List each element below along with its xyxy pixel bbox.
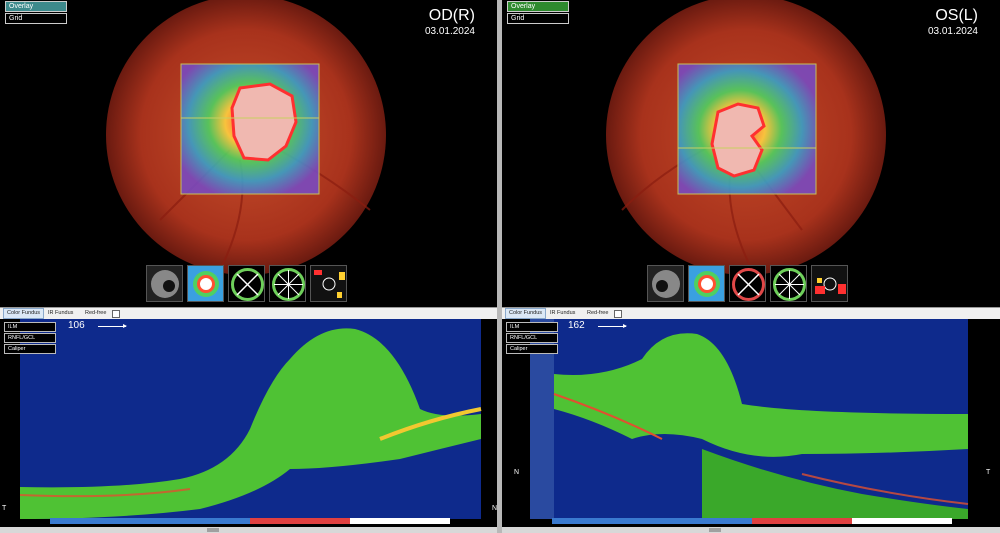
red-free-checkbox[interactable] [112, 310, 120, 318]
grid-toggle[interactable]: Grid [5, 13, 67, 24]
scan-direction-arrow-icon [598, 324, 627, 328]
right-eye-panel: Overlay Grid OS(L) 03.01.2024 Color Fund… [502, 0, 1000, 533]
oct-image-right[interactable] [502, 319, 1000, 533]
thumbnail-strip-left [146, 265, 347, 303]
slice-number: 106 [68, 320, 85, 331]
left-eye-panel: Overlay Grid OD(R) 03.01.2024 Color Fund… [0, 0, 497, 533]
circle-scan-thumbnail[interactable] [729, 265, 766, 302]
layer-buttons-left: ILM RNFL/GCL Caliper [4, 322, 56, 355]
tab-red-free[interactable]: Red-free [82, 309, 109, 318]
rnfl-gcl-layer-button[interactable]: RNFL/GCL [506, 333, 558, 343]
oct-bscan-left[interactable]: ILM RNFL/GCL Caliper 106 T N [0, 319, 497, 533]
thickness-map-thumbnail[interactable] [688, 265, 725, 302]
fundus-view-right[interactable]: Overlay Grid OS(L) 03.01.2024 [502, 0, 1000, 306]
rnfl-gcl-layer-button[interactable]: RNFL/GCL [4, 333, 56, 343]
thumbnail-strip-right [647, 265, 848, 303]
direction-label-left: T [2, 505, 7, 512]
fundus-image-left[interactable] [0, 0, 497, 306]
thickness-map-thumbnail[interactable] [187, 265, 224, 302]
circle-scan-thumbnail[interactable] [228, 265, 265, 302]
overlay-toggles-left: Overlay Grid [5, 1, 67, 25]
horizontal-scrollbar-left[interactable] [0, 527, 497, 533]
deviation-map-thumbnail[interactable] [811, 265, 848, 302]
direction-label-right: T [986, 469, 991, 476]
scan-direction-arrow-icon [98, 324, 127, 328]
caliper-button[interactable]: Caliper [506, 344, 558, 354]
oct-bscan-right[interactable]: ILM RNFL/GCL Caliper 162 N T [502, 319, 1000, 533]
radial-scan-thumbnail[interactable] [770, 265, 807, 302]
ilm-layer-button[interactable]: ILM [4, 322, 56, 332]
layer-buttons-right: ILM RNFL/GCL Caliper [506, 322, 558, 355]
red-free-checkbox[interactable] [614, 310, 622, 318]
tab-ir-fundus[interactable]: IR Fundus [45, 309, 76, 318]
eye-info-left: OD(R) 03.01.2024 [425, 6, 475, 38]
tab-color-fundus[interactable]: Color Fundus [505, 308, 547, 319]
fundus-image-right[interactable] [502, 0, 1000, 306]
exam-date: 03.01.2024 [927, 26, 978, 37]
ilm-layer-button[interactable]: ILM [506, 322, 558, 332]
tab-red-free[interactable]: Red-free [584, 309, 611, 318]
overlay-toggles-right: Overlay Grid [507, 1, 569, 25]
deviation-map-thumbnail[interactable] [310, 265, 347, 302]
horizontal-scrollbar-right[interactable] [502, 527, 1000, 533]
eye-info-right: OS(L) 03.01.2024 [928, 6, 978, 38]
overlay-toggle[interactable]: Overlay [507, 1, 569, 12]
scrollbar-thumb[interactable] [207, 528, 219, 532]
overlay-toggle[interactable]: Overlay [5, 1, 67, 12]
oct-image-left[interactable] [0, 319, 497, 533]
optic-disc-right [710, 102, 766, 178]
exam-date: 03.01.2024 [424, 26, 475, 37]
slice-number: 162 [568, 320, 585, 331]
infrared-fundus-thumbnail[interactable] [146, 265, 183, 302]
eye-name: OS(L) [935, 7, 978, 24]
radial-scan-thumbnail[interactable] [269, 265, 306, 302]
grid-toggle[interactable]: Grid [507, 13, 569, 24]
tab-ir-fundus[interactable]: IR Fundus [547, 309, 578, 318]
infrared-fundus-thumbnail[interactable] [647, 265, 684, 302]
tab-color-fundus[interactable]: Color Fundus [3, 308, 45, 319]
fundus-view-left[interactable]: Overlay Grid OD(R) 03.01.2024 [0, 0, 497, 306]
caliper-button[interactable]: Caliper [4, 344, 56, 354]
eye-name: OD(R) [428, 7, 475, 24]
direction-label-left: N [514, 469, 520, 476]
scrollbar-thumb[interactable] [709, 528, 721, 532]
